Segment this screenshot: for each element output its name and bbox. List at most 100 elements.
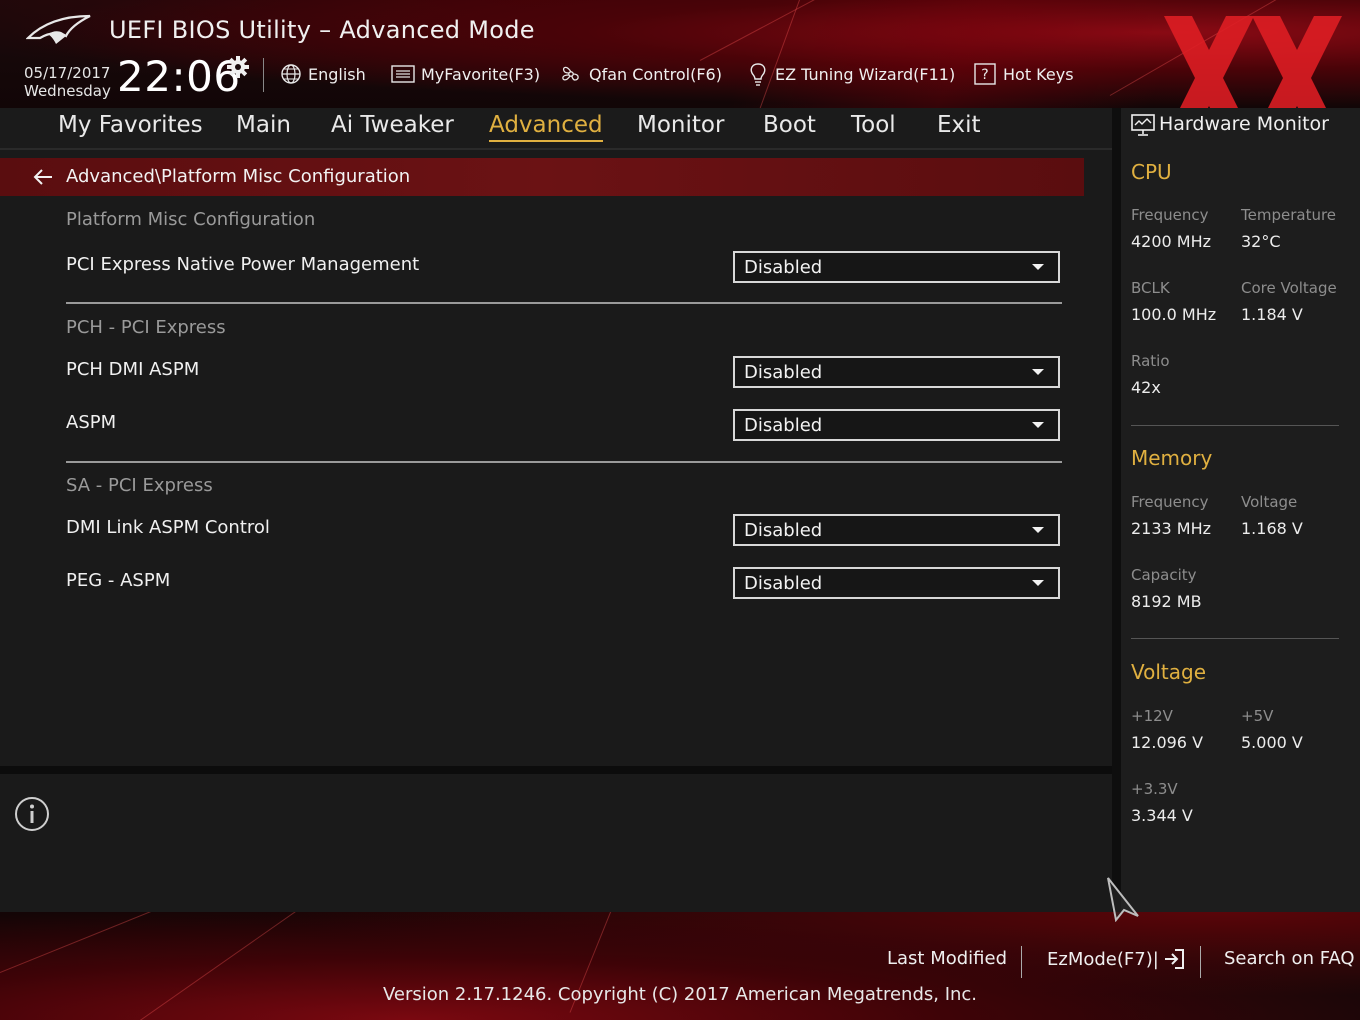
header-separator [263,58,264,92]
voltage-heading: Voltage [1131,660,1207,684]
v33-label: +3.3V [1131,780,1178,798]
hardware-monitor-panel: Hardware Monitor CPU Frequency Temperatu… [1121,108,1360,912]
tab-ai-tweaker[interactable]: Ai Tweaker [331,112,454,140]
hotkeys-icon: ? [974,63,996,85]
ez-tuning-label: EZ Tuning Wizard(F11) [775,64,956,84]
cpu-temperature-label: Temperature [1241,206,1337,224]
v12-label: +12V [1131,707,1173,725]
aspm-dropdown[interactable]: Disabled [733,409,1060,441]
v33-value: 3.344 V [1131,806,1193,825]
capacity-value: 8192 MB [1131,592,1202,611]
mouse-cursor-icon [1107,877,1139,922]
main-tab-bar: My Favorites Main Ai Tweaker Advanced Mo… [0,108,1112,148]
memory-frequency-label: Frequency [1131,493,1209,511]
dmi-link-aspm-control-dropdown[interactable]: Disabled [733,514,1060,546]
dropdown-value: Disabled [744,520,823,541]
section-heading: SA - PCI Express [66,475,213,496]
pch-dmi-aspm-dropdown[interactable]: Disabled [733,356,1060,388]
tab-boot[interactable]: Boot [763,112,816,140]
hot-keys-button[interactable]: ? Hot Keys [973,60,1074,88]
rog-logo [26,14,91,44]
decor-streak [0,912,242,973]
footer-separator [1021,946,1022,978]
svg-text:?: ? [981,67,988,83]
info-icon[interactable] [14,796,50,832]
monitor-icon [1131,114,1155,136]
globe-icon [281,64,301,84]
dropdown-value: Disabled [744,415,823,436]
tab-exit[interactable]: Exit [937,112,981,140]
ratio-value: 42x [1131,378,1161,397]
dropdown-arrow-icon [1032,580,1044,586]
myfavorite-button[interactable]: MyFavorite(F3) [391,60,540,88]
clock-time: 22:06 [117,52,241,101]
v5-label: +5V [1241,707,1274,725]
ratio-label: Ratio [1131,352,1170,370]
date-text: 05/17/2017 [24,64,111,82]
ezmode-button[interactable]: EzMode(F7)| [1047,948,1185,970]
tab-monitor[interactable]: Monitor [637,112,724,140]
memory-heading: Memory [1131,446,1213,470]
myfavorite-label: MyFavorite(F3) [421,64,541,84]
hardware-monitor-title: Hardware Monitor [1159,113,1329,135]
decor-streak [699,0,1072,61]
last-modified-label: Last Modified [887,948,1008,969]
tab-main[interactable]: Main [236,112,291,140]
xx-watermark-logo [1164,16,1342,108]
memory-frequency-value: 2133 MHz [1131,519,1212,538]
hardware-monitor-header: Hardware Monitor [1121,108,1360,146]
pci-express-native-power-management-dropdown[interactable]: Disabled [733,251,1060,283]
gear-icon[interactable] [226,55,250,79]
ez-tuning-wizard-button[interactable]: EZ Tuning Wizard(F11) [747,60,955,88]
weekday-text: Wednesday [24,82,111,100]
help-info-panel [0,774,1112,912]
header-bar: UEFI BIOS Utility – Advanced Mode 05/17/… [0,0,1360,108]
cpu-temperature-value: 32°C [1241,232,1281,251]
core-voltage-label: Core Voltage [1241,279,1337,297]
fan-icon [562,66,579,81]
last-modified-button[interactable]: Last Modified [887,948,1007,969]
dropdown-value: Disabled [744,362,823,383]
dropdown-arrow-icon [1032,264,1044,270]
cpu-heading: CPU [1131,160,1172,184]
footer-bar: Last Modified EzMode(F7)| Search on FAQ … [0,912,1360,1020]
dropdown-arrow-icon [1032,422,1044,428]
peg-aspm-dropdown[interactable]: Disabled [733,567,1060,599]
dropdown-value: Disabled [744,573,823,594]
breadcrumb: Advanced\Platform Misc Configuration [0,158,1084,196]
v12-value: 12.096 V [1131,733,1204,752]
setting-label: ASPM [66,412,117,433]
section-divider [66,302,1062,304]
app-title: UEFI BIOS Utility – Advanced Mode [109,16,535,44]
hw-divider [1131,638,1339,639]
capacity-label: Capacity [1131,566,1197,584]
dropdown-arrow-icon [1032,369,1044,375]
decor-streak [759,0,816,108]
settings-panel: Advanced\Platform Misc Configuration Pla… [0,150,1112,766]
setting-label: PCH DMI ASPM [66,359,200,380]
search-on-faq-label: Search on FAQ [1224,948,1355,969]
ezmode-label: EzMode(F7)| [1047,948,1159,970]
core-voltage-value: 1.184 V [1241,305,1303,324]
section-heading: PCH - PCI Express [66,317,226,338]
tab-my-favorites[interactable]: My Favorites [58,112,203,140]
dropdown-value: Disabled [744,257,823,278]
language-button[interactable]: English [280,60,366,88]
section-divider [66,461,1062,463]
dropdown-arrow-icon [1032,527,1044,533]
cpu-frequency-value: 4200 MHz [1131,232,1212,251]
lightbulb-icon [750,63,766,86]
cpu-frequency-label: Frequency [1131,206,1209,224]
back-arrow-icon[interactable] [32,168,54,186]
tab-tool[interactable]: Tool [851,112,896,140]
tab-advanced[interactable]: Advanced [489,112,603,142]
setting-label: DMI Link ASPM Control [66,517,270,538]
language-label: English [308,64,366,84]
v5-value: 5.000 V [1241,733,1303,752]
qfan-control-button[interactable]: Qfan Control(F6) [559,60,722,88]
section-heading: Platform Misc Configuration [66,209,316,230]
setting-label: PCI Express Native Power Management [66,254,420,275]
bclk-label: BCLK [1131,279,1170,297]
search-on-faq-button[interactable]: Search on FAQ [1224,948,1355,969]
memory-voltage-label: Voltage [1241,493,1298,511]
